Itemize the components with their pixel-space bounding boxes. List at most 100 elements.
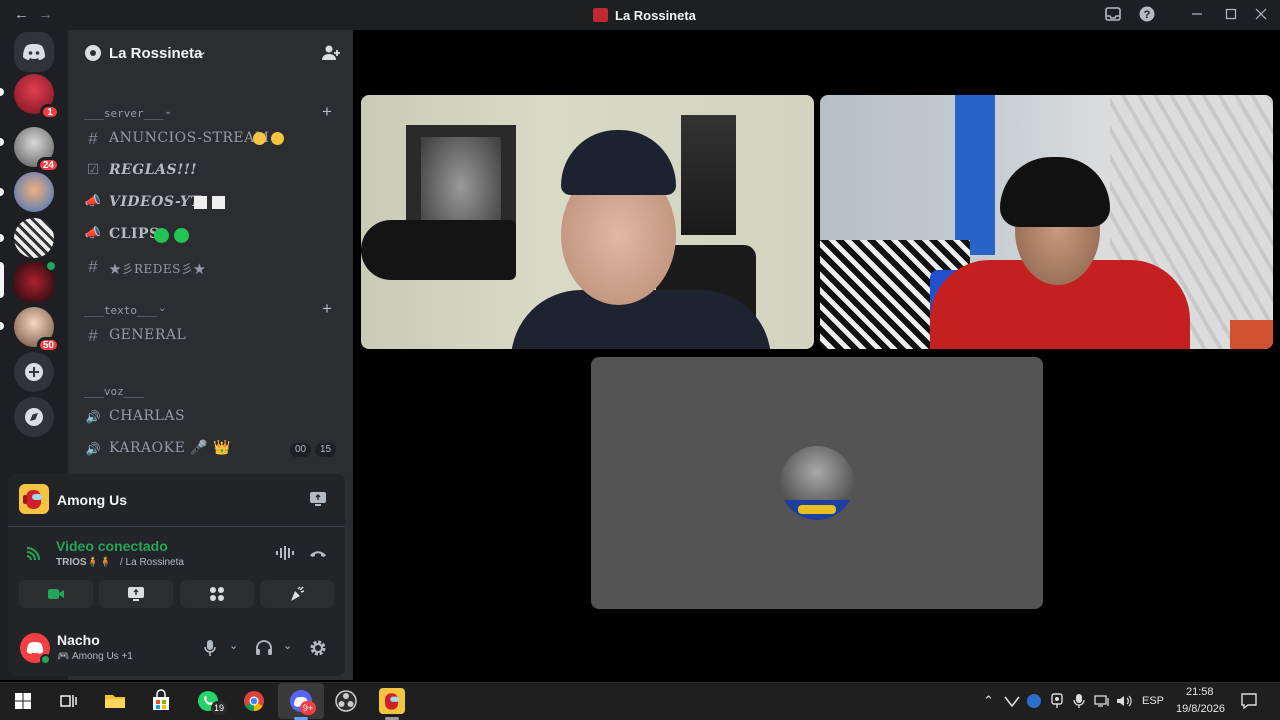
cap-image (561, 130, 676, 195)
server-name[interactable]: La Rossineta (109, 45, 202, 62)
language-indicator[interactable]: ESP (1142, 695, 1164, 707)
video-tile-3[interactable] (591, 357, 1043, 609)
notification-badge: 19 (211, 701, 227, 715)
server-logo-icon (593, 8, 608, 22)
file-explorer-icon[interactable] (102, 688, 128, 714)
category-voz[interactable]: ___voz___ (84, 385, 144, 398)
user-activity: Among Us +1 (72, 651, 133, 662)
server-icon-3[interactable] (14, 172, 54, 212)
store-icon[interactable] (148, 688, 174, 714)
obs-icon[interactable] (333, 688, 359, 714)
security-icon[interactable] (1027, 694, 1041, 708)
maximize-icon[interactable] (1222, 6, 1240, 24)
speaker-icon: 🔊 (85, 442, 101, 456)
voice-channel-name[interactable]: TRIOS🧍🧍 (56, 557, 111, 568)
emoji-icon (271, 132, 284, 145)
add-member-icon[interactable] (321, 44, 341, 67)
server-icon-la-rossineta[interactable] (14, 260, 57, 302)
add-channel-icon[interactable]: + (322, 102, 332, 122)
avatar (780, 446, 854, 520)
noise-suppression-icon[interactable] (275, 544, 295, 567)
screen-share-button[interactable] (99, 580, 173, 608)
video-tile-1[interactable] (361, 95, 814, 349)
microphone-icon[interactable] (203, 639, 217, 662)
server-settings-icon (84, 44, 102, 67)
title-bar: ← → La Rossineta ? (0, 0, 1280, 30)
mention-badge: 24 (36, 157, 60, 173)
chevron-down-icon[interactable]: ⌄ (283, 639, 292, 652)
chart-emoji-icon (194, 196, 207, 209)
back-arrow-icon[interactable]: ← (14, 6, 29, 23)
shelf-image (681, 115, 736, 235)
clock-time[interactable]: 21:58 (1186, 686, 1214, 698)
camera-tray-icon[interactable] (1050, 693, 1064, 714)
microphone-tray-icon[interactable] (1073, 693, 1085, 714)
vpn-icon[interactable] (1004, 694, 1020, 713)
channel-reglas[interactable]: ☑ REGLAS!!! (84, 158, 339, 184)
channel-videos-yt[interactable]: 📣 VIDEOS-YT (84, 190, 339, 216)
activities-button[interactable] (180, 580, 254, 608)
gear-icon[interactable] (309, 639, 327, 662)
disconnect-icon[interactable] (308, 545, 328, 566)
chrome-icon[interactable] (241, 688, 267, 714)
screen-share-icon[interactable] (309, 490, 327, 513)
chevron-down-icon[interactable]: ⌄ (229, 639, 238, 652)
voice-status[interactable]: Video conectado (56, 538, 168, 554)
notification-badge: 9+ (300, 701, 316, 715)
window-title: La Rossineta (615, 8, 696, 23)
volume-icon[interactable] (1116, 694, 1134, 713)
channel-clips[interactable]: 📣 CLIPS (84, 222, 339, 248)
rules-icon: ☑ (86, 161, 100, 177)
green-circle-icon (174, 228, 189, 243)
channel-anuncios-stream[interactable]: # ANUNCIOS-STREAM (84, 126, 339, 152)
minimize-icon[interactable] (1188, 6, 1206, 24)
add-server-icon[interactable] (14, 352, 54, 392)
activity-dot (45, 260, 57, 272)
chevron-up-icon[interactable]: ⌃ (983, 693, 994, 709)
windows-taskbar (0, 682, 1280, 720)
user-limit-badge: 15 (315, 443, 337, 457)
clock-date[interactable]: 19/8/2026 (1176, 703, 1225, 715)
server-icon-2[interactable]: 24 (14, 127, 60, 173)
among-us-icon (19, 484, 49, 514)
server-icon-4[interactable] (14, 218, 54, 258)
blue-wall-image (955, 95, 995, 255)
announcement-icon: 📣 (84, 193, 102, 208)
discord-taskbar-icon[interactable]: 9+ (288, 688, 316, 715)
channel-general[interactable]: # GENERAL (84, 323, 339, 349)
windows-start-icon[interactable] (10, 688, 36, 714)
close-icon[interactable] (1252, 6, 1270, 24)
server-icon-1[interactable]: 1 (14, 74, 60, 120)
camera-button[interactable] (19, 580, 93, 608)
category-server[interactable]: ___server___ (84, 107, 163, 120)
chevron-down-icon: ⌄ (158, 303, 167, 314)
voice-server-name[interactable]: / La Rossineta (120, 557, 184, 568)
help-icon[interactable]: ? (1138, 6, 1156, 24)
task-view-icon[interactable] (55, 688, 81, 714)
channel-redes[interactable]: # ★彡REDES彡★ (84, 254, 339, 280)
whatsapp-icon[interactable]: 19 (195, 688, 227, 715)
hashtag-icon: # (88, 257, 98, 276)
video-tile-2[interactable] (820, 95, 1273, 349)
among-us-taskbar-icon[interactable] (379, 688, 405, 714)
mention-badge: 1 (40, 104, 60, 120)
green-circle-icon (154, 228, 169, 243)
speaker-icon: 🔊 (85, 410, 101, 424)
signal-icon (25, 544, 43, 567)
server-icon-6[interactable]: 50 (14, 307, 60, 353)
explore-icon[interactable] (14, 397, 54, 437)
online-status-icon (40, 654, 51, 665)
category-texto[interactable]: ___texto___ (84, 304, 157, 317)
add-channel-icon[interactable]: + (322, 299, 332, 319)
chevron-down-icon[interactable]: ⌄ (197, 44, 207, 58)
forward-arrow-icon[interactable]: → (38, 6, 53, 23)
discord-home-icon[interactable] (14, 32, 54, 72)
headphones-icon[interactable] (255, 639, 273, 662)
soundboard-button[interactable] (260, 580, 334, 608)
inbox-icon[interactable] (1104, 6, 1122, 24)
notification-center-icon[interactable] (1240, 692, 1258, 715)
network-icon[interactable] (1094, 694, 1110, 713)
mention-badge: 50 (36, 337, 60, 353)
avatar[interactable] (20, 633, 51, 665)
channel-charlas[interactable]: 🔊 CHARLAS (84, 404, 339, 430)
